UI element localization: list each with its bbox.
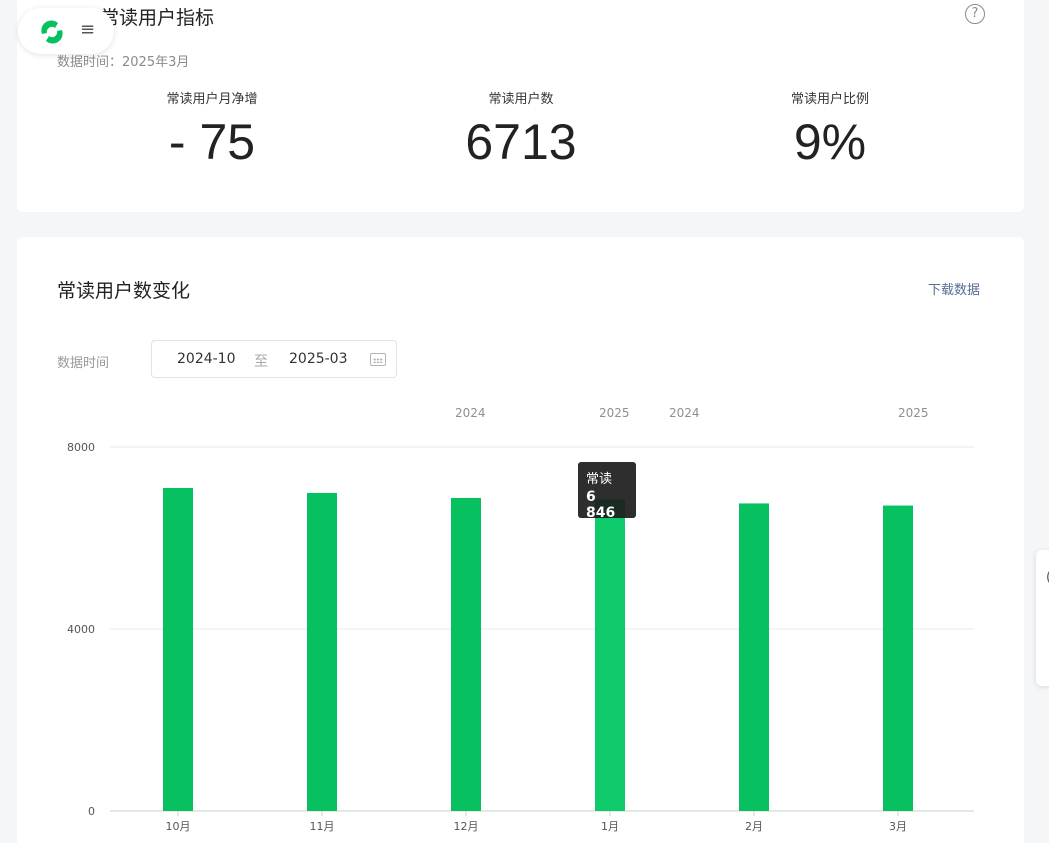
x-tick-label: 3月 — [889, 820, 907, 833]
bar — [163, 487, 193, 811]
menu-icon[interactable]: ≡ — [80, 20, 95, 40]
tooltip-value: 6 846 — [586, 489, 616, 521]
bar — [739, 503, 769, 811]
x-tick-label: 12月 — [454, 820, 479, 833]
user-count-bar-chart: 0 4000 8000 10月 11月 12月 1月 2月 3月 — [67, 441, 974, 833]
y-tick-label: 0 — [88, 805, 95, 818]
bar — [595, 499, 625, 811]
chart-tooltip: 常读 6 846 — [578, 462, 636, 521]
bar — [883, 505, 913, 811]
x-tick-label: 11月 — [310, 820, 335, 833]
y-tick-label: 4000 — [67, 623, 95, 636]
bar — [451, 497, 481, 811]
y-tick-label: 8000 — [67, 441, 95, 454]
bar — [307, 492, 337, 811]
x-tick-label: 2月 — [745, 820, 763, 833]
app-logo-icon — [36, 16, 68, 48]
app-logo-pill[interactable]: ≡ — [18, 8, 114, 54]
x-tick-label: 10月 — [166, 820, 191, 833]
x-tick-label: 1月 — [601, 820, 619, 833]
side-float-tab[interactable]: ( — [1036, 550, 1049, 686]
tooltip-series: 常读 — [586, 472, 613, 487]
